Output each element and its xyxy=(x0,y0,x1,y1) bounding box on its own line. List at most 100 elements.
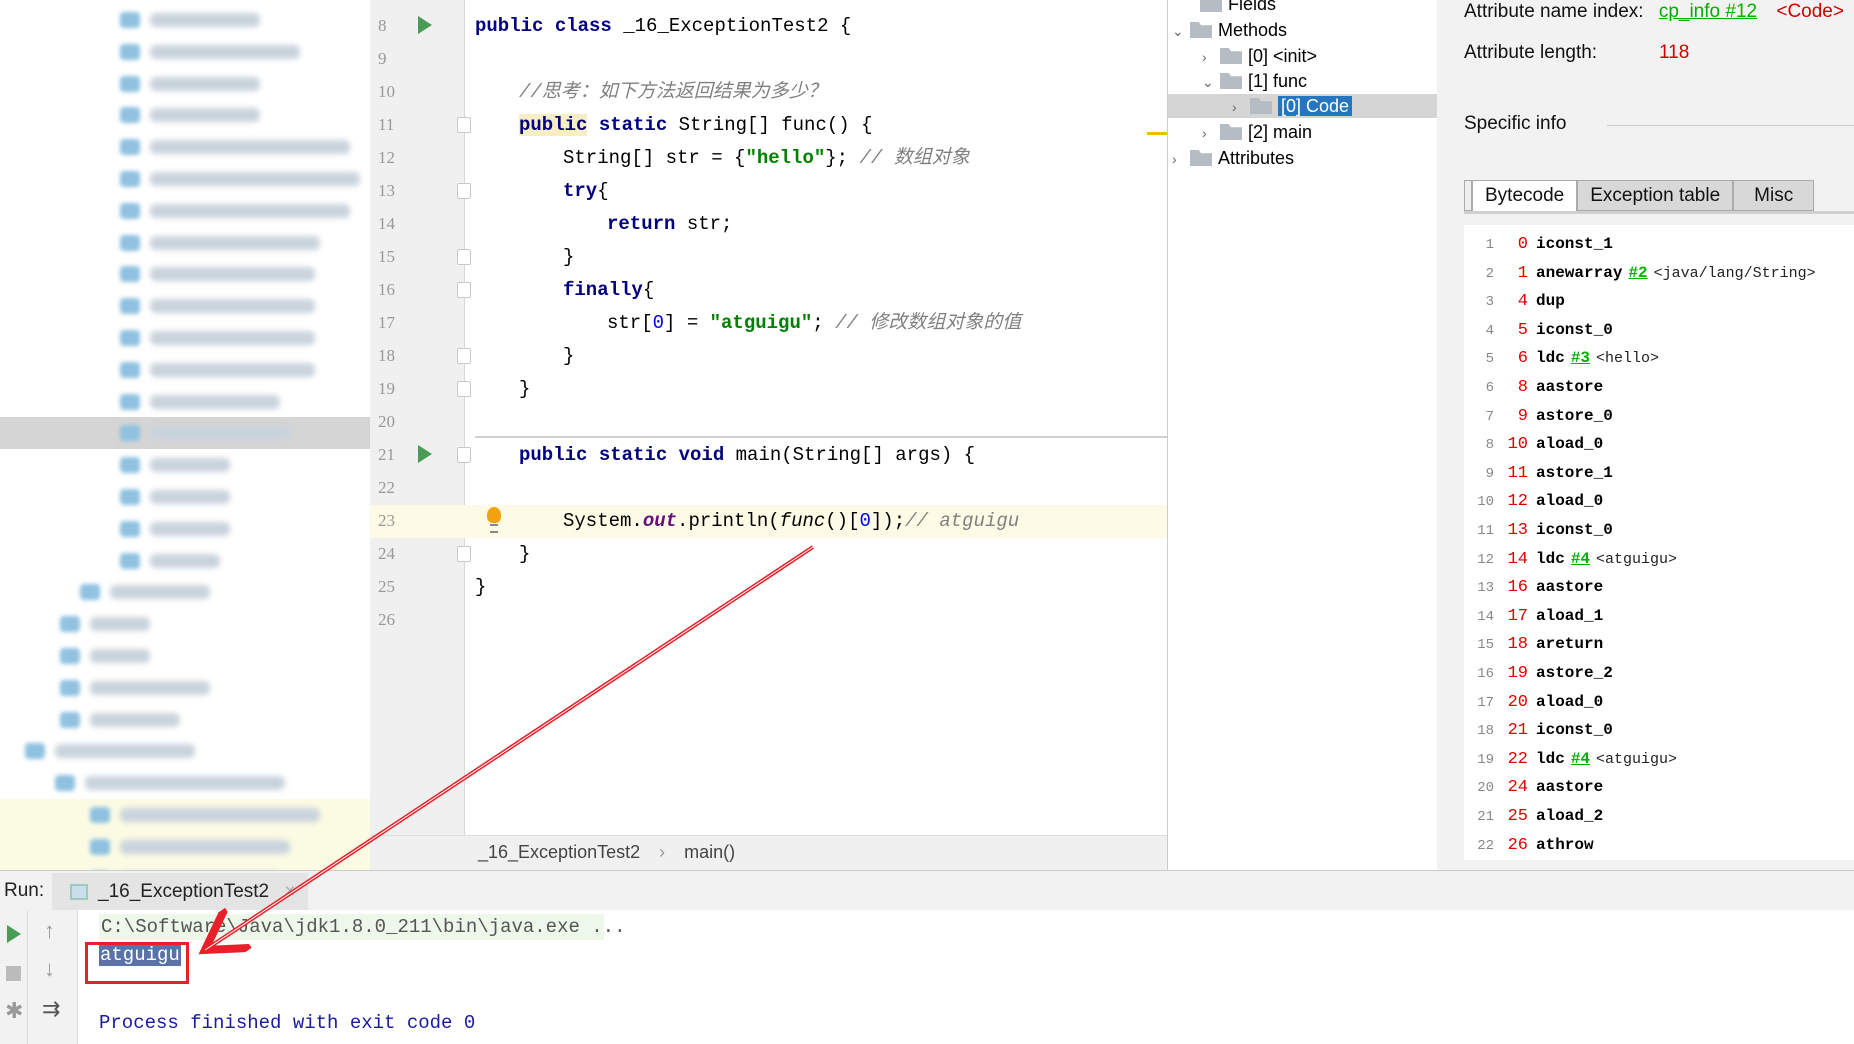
constant-pool-ref-link[interactable]: #4 xyxy=(1571,750,1590,768)
project-tree-item[interactable] xyxy=(0,386,370,418)
project-tree-item[interactable] xyxy=(0,36,370,68)
cp-info-link[interactable]: cp_info #12 xyxy=(1659,1,1757,22)
bytecode-row[interactable]: 14 17 aload_1 xyxy=(1464,601,1603,629)
project-tree-item[interactable] xyxy=(0,68,370,100)
bytecode-row[interactable]: 10 12 aload_0 xyxy=(1464,486,1603,514)
file-icon xyxy=(120,298,140,315)
bytecode-row[interactable]: 13 16 aastore xyxy=(1464,572,1603,600)
debug-icon[interactable]: ✱ xyxy=(5,998,23,1024)
tree-item-attributes[interactable]: › Attributes xyxy=(1172,145,1294,171)
tab-bytecode[interactable]: Bytecode xyxy=(1472,180,1578,211)
blurred-label xyxy=(150,203,350,218)
arrow-up-icon[interactable]: ↑ xyxy=(44,918,55,944)
project-tree-item[interactable] xyxy=(0,767,370,799)
project-tree-item[interactable] xyxy=(0,672,370,704)
close-icon[interactable]: × xyxy=(284,881,295,902)
constant-pool-ref-link[interactable]: #3 xyxy=(1571,349,1590,367)
project-tree-item[interactable] xyxy=(0,704,370,736)
bytecode-row[interactable]: 12 14 ldc #4 <atguigu> xyxy=(1464,544,1677,572)
file-icon xyxy=(120,457,140,474)
project-tree-item[interactable] xyxy=(0,735,370,767)
bytecode-row[interactable]: 22 26 athrow xyxy=(1464,830,1593,858)
project-tree-item[interactable] xyxy=(0,608,370,640)
chevron-right-icon[interactable]: › xyxy=(1232,94,1250,120)
fold-marker-icon[interactable] xyxy=(457,447,471,463)
project-tree-item[interactable] xyxy=(0,4,370,36)
project-tree-item[interactable] xyxy=(0,862,370,870)
run-gutter-icon[interactable] xyxy=(418,445,432,463)
bytecode-row[interactable]: 16 19 astore_2 xyxy=(1464,658,1613,686)
project-tree-item[interactable] xyxy=(0,640,370,672)
project-tree-item[interactable] xyxy=(0,322,370,354)
project-tree-item[interactable] xyxy=(0,290,370,322)
project-tree-item[interactable] xyxy=(0,227,370,259)
bytecode-row[interactable]: 11 13 iconst_0 xyxy=(1464,515,1613,543)
stop-icon[interactable] xyxy=(6,966,21,981)
tree-item-code[interactable]: › [0] Code xyxy=(1232,93,1353,120)
constant-pool-ref-link[interactable]: #4 xyxy=(1571,550,1590,568)
bytecode-row[interactable]: 1 0 iconst_1 xyxy=(1464,229,1613,257)
chevron-down-icon[interactable]: ⌄ xyxy=(1172,18,1190,44)
tree-item-init[interactable]: › [0] <init> xyxy=(1202,43,1317,69)
project-tree-item[interactable] xyxy=(0,513,370,545)
project-tree-item[interactable] xyxy=(0,354,370,386)
breadcrumb-class[interactable]: _16_ExceptionTest2 xyxy=(478,842,640,862)
project-tree-item[interactable] xyxy=(0,417,370,450)
fold-marker-icon[interactable] xyxy=(457,348,471,364)
fold-marker-icon[interactable] xyxy=(457,546,471,562)
tree-item-main[interactable]: › [2] main xyxy=(1202,119,1312,145)
project-tree-item[interactable] xyxy=(0,449,370,481)
fold-marker-icon[interactable] xyxy=(457,249,471,265)
tab-misc[interactable]: Misc xyxy=(1733,180,1815,211)
breadcrumb-method[interactable]: main() xyxy=(684,842,735,862)
project-tree-item[interactable] xyxy=(0,830,370,863)
bytecode-row[interactable]: 15 18 areturn xyxy=(1464,629,1603,657)
bytecode-row[interactable]: 2 1 anewarray #2 <java/lang/String> xyxy=(1464,258,1816,286)
fold-marker-icon[interactable] xyxy=(457,183,471,199)
project-tree-item[interactable] xyxy=(0,545,370,577)
lightbulb-icon[interactable] xyxy=(487,507,501,533)
tree-item-fields[interactable]: Fields xyxy=(1182,0,1276,17)
project-tree-item[interactable] xyxy=(0,576,370,608)
bytecode-row[interactable]: 18 21 iconst_0 xyxy=(1464,715,1613,743)
project-tree-item[interactable] xyxy=(0,799,370,831)
bytecode-row[interactable]: 9 11 astore_1 xyxy=(1464,458,1613,486)
bytecode-row[interactable]: 20 24 aastore xyxy=(1464,772,1603,800)
fold-marker-icon[interactable] xyxy=(457,282,471,298)
project-tree-item[interactable] xyxy=(0,131,370,163)
constant-pool-ref-link[interactable]: #2 xyxy=(1628,264,1647,282)
project-tree-item[interactable] xyxy=(0,99,370,131)
bytecode-row[interactable]: 8 10 aload_0 xyxy=(1464,429,1604,457)
bytecode-offset: 5 xyxy=(1517,320,1528,340)
tree-item-func[interactable]: ⌄ [1] func xyxy=(1202,68,1307,94)
project-tree-item[interactable] xyxy=(0,163,370,195)
bytecode-row[interactable]: 7 9 astore_0 xyxy=(1464,401,1613,429)
project-tree-item[interactable] xyxy=(0,481,370,513)
warning-stripe-marker[interactable] xyxy=(1147,132,1167,135)
project-tree-item[interactable] xyxy=(0,258,370,290)
bytecode-row[interactable]: 4 5 iconst_0 xyxy=(1464,315,1613,343)
bytecode-row[interactable]: 3 4 dup xyxy=(1464,286,1565,314)
console[interactable]: ✱ ↑ ↓ ⇉ C:\Software\Java\jdk1.8.0_211\bi… xyxy=(0,910,1854,1044)
rerun-icon[interactable] xyxy=(7,925,21,943)
tree-item-methods[interactable]: ⌄ Methods xyxy=(1172,17,1287,43)
bytecode-list[interactable]: 1 0 iconst_1 2 1 anewarray #2 <java/lang/String… xyxy=(1464,225,1854,860)
bytecode-row[interactable]: 6 8 aastore xyxy=(1464,372,1604,400)
chevron-right-icon[interactable]: › xyxy=(1172,146,1190,172)
run-gutter-icon[interactable] xyxy=(418,16,432,34)
project-tree-item[interactable] xyxy=(0,195,370,227)
bytecode-row[interactable]: 21 25 aload_2 xyxy=(1464,801,1603,829)
chevron-right-icon[interactable]: › xyxy=(1202,120,1220,146)
fold-marker-icon[interactable] xyxy=(457,381,471,397)
project-tree-blurred[interactable] xyxy=(0,0,370,870)
tab-exception-table[interactable]: Exception table xyxy=(1577,180,1734,211)
chevron-right-icon[interactable]: › xyxy=(1202,44,1220,70)
run-tab[interactable]: _16_ExceptionTest2 × xyxy=(52,873,308,911)
bytecode-row[interactable]: 17 20 aload_0 xyxy=(1464,687,1603,715)
bytecode-row[interactable]: 19 22 ldc #4 <atguigu> xyxy=(1464,744,1677,772)
chevron-down-icon[interactable]: ⌄ xyxy=(1202,69,1220,95)
soft-wrap-icon[interactable]: ⇉ xyxy=(42,996,60,1022)
arrow-down-icon[interactable]: ↓ xyxy=(44,956,55,982)
fold-marker-icon[interactable] xyxy=(457,117,471,133)
bytecode-row[interactable]: 5 6 ldc #3 <hello> xyxy=(1464,343,1659,371)
